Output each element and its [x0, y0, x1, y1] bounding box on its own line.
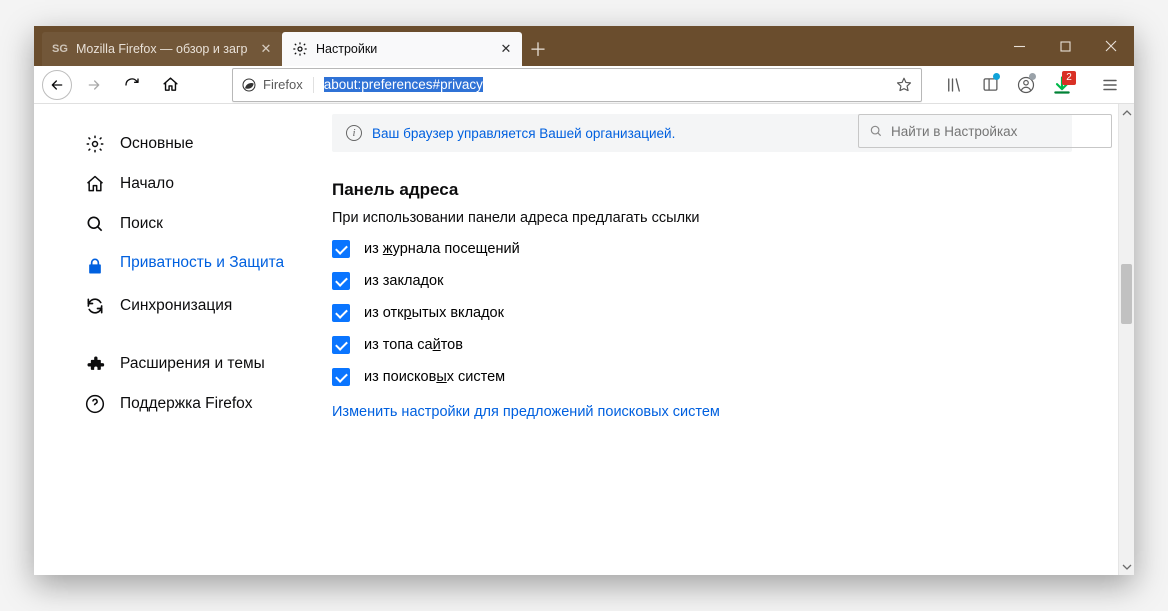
navigation-toolbar: Firefox about:preferences#privacy 2 — [34, 66, 1134, 104]
sidebar-item-label: Поиск — [120, 215, 163, 233]
vertical-scrollbar[interactable] — [1118, 104, 1134, 575]
sidebar-item-general[interactable]: Основные — [78, 124, 310, 164]
tab-strip: SG Mozilla Firefox — обзор и загр ✕ Наст… — [42, 32, 554, 66]
nav-back-button[interactable] — [42, 70, 72, 100]
sidebar-toggle-button[interactable] — [974, 69, 1006, 101]
scroll-up-button[interactable] — [1119, 104, 1134, 121]
identity-box[interactable]: Firefox — [241, 77, 314, 93]
option-label: из открытых вкладок — [364, 305, 504, 321]
titlebar: SG Mozilla Firefox — обзор и загр ✕ Наст… — [34, 26, 1134, 66]
notification-dot-icon — [993, 73, 1000, 80]
url-text[interactable]: about:preferences#privacy — [314, 77, 895, 92]
identity-label: Firefox — [263, 77, 303, 92]
search-placeholder: Найти в Настройках — [891, 124, 1017, 139]
sidebar-item-label: Поддержка Firefox — [120, 395, 253, 413]
toolbar-right: 2 — [938, 69, 1126, 101]
preferences-sidebar: Основные Начало Поиск Приватность и Защи… — [34, 104, 328, 575]
search-icon — [84, 213, 106, 235]
bookmark-star-icon[interactable] — [895, 76, 913, 94]
firefox-logo-icon — [241, 77, 257, 93]
home-icon — [84, 173, 106, 195]
option-bookmarks[interactable]: из закладок — [332, 272, 1072, 290]
nav-forward-button[interactable] — [78, 69, 110, 101]
nav-home-button[interactable] — [154, 69, 186, 101]
tab-close-icon[interactable]: ✕ — [258, 41, 274, 57]
preferences-search-input[interactable]: Найти в Настройках — [858, 114, 1112, 148]
checkbox-checked-icon[interactable] — [332, 272, 350, 290]
change-search-suggestions-link[interactable]: Изменить настройки для предложений поиск… — [332, 404, 720, 420]
browser-window: SG Mozilla Firefox — обзор и загр ✕ Наст… — [34, 26, 1134, 575]
puzzle-icon — [84, 353, 106, 375]
sidebar-item-home[interactable]: Начало — [78, 164, 310, 204]
preferences-content: Найти в Настройках Основные Начало Поиск — [34, 104, 1134, 575]
section-subtitle: При использовании панели адреса предлага… — [332, 210, 1072, 226]
sidebar-item-support[interactable]: Поддержка Firefox — [78, 384, 310, 424]
lock-icon — [84, 255, 106, 277]
sidebar-item-privacy[interactable]: Приватность и Защита — [78, 244, 310, 286]
checkbox-checked-icon[interactable] — [332, 368, 350, 386]
option-history[interactable]: из журнала посещений — [332, 240, 1072, 258]
app-menu-button[interactable] — [1094, 69, 1126, 101]
option-label: из поисковых систем — [364, 369, 505, 385]
option-open-tabs[interactable]: из открытых вкладок — [332, 304, 1072, 322]
tab-title: Настройки — [316, 42, 490, 56]
window-close-button[interactable] — [1088, 26, 1134, 66]
sidebar-item-sync[interactable]: Синхронизация — [78, 286, 310, 326]
library-button[interactable] — [938, 69, 970, 101]
account-button[interactable] — [1010, 69, 1042, 101]
sync-icon — [84, 295, 106, 317]
sidebar-item-extensions[interactable]: Расширения и темы — [78, 344, 310, 384]
option-label: из закладок — [364, 273, 443, 289]
gear-icon — [84, 133, 106, 155]
sidebar-item-label: Основные — [120, 135, 194, 153]
help-icon — [84, 393, 106, 415]
preferences-main: i Ваш браузер управляется Вашей организа… — [328, 104, 1088, 575]
option-top-sites[interactable]: из топа сайтов — [332, 336, 1072, 354]
download-count-badge: 2 — [1062, 71, 1076, 85]
new-tab-button[interactable]: ＋ — [522, 32, 554, 66]
sidebar-item-label: Приватность и Защита — [120, 253, 284, 274]
banner-text: Ваш браузер управляется Вашей организаци… — [372, 126, 675, 141]
section-title: Панель адреса — [332, 180, 1072, 200]
checkbox-checked-icon[interactable] — [332, 336, 350, 354]
sidebar-item-search[interactable]: Поиск — [78, 204, 310, 244]
scroll-down-button[interactable] — [1119, 558, 1134, 575]
scroll-thumb[interactable] — [1121, 264, 1132, 324]
sidebar-item-label: Расширения и темы — [120, 355, 265, 373]
search-icon — [869, 124, 883, 138]
checkbox-checked-icon[interactable] — [332, 304, 350, 322]
window-maximize-button[interactable] — [1042, 26, 1088, 66]
tab-close-icon[interactable]: ✕ — [498, 41, 514, 57]
option-search-engines[interactable]: из поисковых систем — [332, 368, 1072, 386]
tab-active[interactable]: Настройки ✕ — [282, 32, 522, 66]
url-bar[interactable]: Firefox about:preferences#privacy — [232, 68, 922, 102]
settings-favicon-icon — [292, 41, 308, 57]
notification-dot-icon — [1029, 73, 1036, 80]
option-label: из журнала посещений — [364, 241, 520, 257]
option-label: из топа сайтов — [364, 337, 463, 353]
downloads-button[interactable]: 2 — [1046, 69, 1078, 101]
tab-inactive[interactable]: SG Mozilla Firefox — обзор и загр ✕ — [42, 32, 282, 66]
window-controls — [996, 26, 1134, 66]
tab-title: Mozilla Firefox — обзор и загр — [76, 42, 250, 56]
nav-reload-button[interactable] — [116, 69, 148, 101]
checkbox-checked-icon[interactable] — [332, 240, 350, 258]
info-icon: i — [346, 125, 362, 141]
sidebar-item-label: Синхронизация — [120, 297, 232, 315]
window-minimize-button[interactable] — [996, 26, 1042, 66]
sidebar-item-label: Начало — [120, 175, 174, 193]
favicon-generic-icon: SG — [52, 41, 68, 57]
